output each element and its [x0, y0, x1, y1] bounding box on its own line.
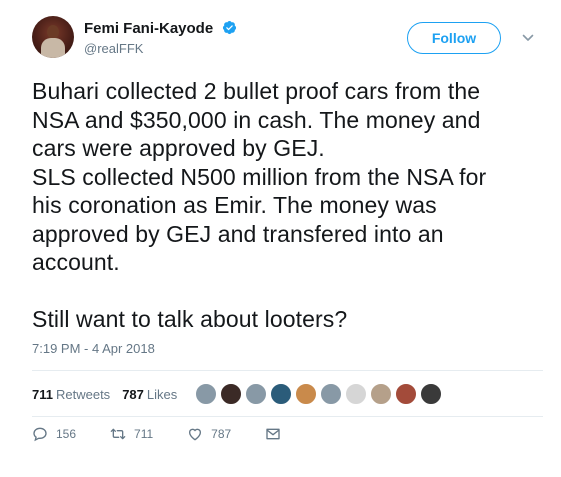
tweet-closing-line: Still want to talk about looters? [32, 305, 348, 332]
retweets-count: 711 [32, 386, 53, 402]
liker-avatars [195, 383, 445, 405]
retweets-label: Retweets [55, 386, 111, 402]
liker-avatar[interactable] [195, 383, 218, 405]
tweet-text: Buhari collected 2 bullet proof cars fro… [32, 77, 537, 333]
likes-count: 787 [122, 386, 144, 402]
divider [32, 416, 543, 417]
like-count: 787 [211, 427, 232, 441]
tweet-line: account. [32, 249, 120, 275]
tweet-line: his coronation as Emir. The money was [32, 192, 437, 218]
chevron-down-icon[interactable] [522, 32, 534, 44]
heart-icon [189, 428, 202, 441]
tweet-actions: 156 711 787 [32, 426, 323, 442]
retweets-stat[interactable]: 711 Retweets [32, 387, 110, 402]
liker-avatar[interactable] [220, 383, 243, 405]
reply-count: 156 [56, 427, 77, 441]
reply-action[interactable]: 156 [32, 426, 76, 442]
tweet-line: cars were approved by GEJ. [32, 135, 325, 161]
retweet-count: 711 [134, 427, 154, 441]
direct-message-action[interactable] [265, 426, 289, 442]
envelope-icon [266, 428, 280, 440]
reply-icon [33, 427, 47, 442]
liker-avatar[interactable] [420, 383, 443, 405]
liker-avatar[interactable] [245, 383, 268, 405]
tweet-line: Buhari collected 2 bullet proof cars fro… [32, 78, 481, 104]
likes-label: Likes [146, 386, 178, 402]
liker-avatar[interactable] [320, 383, 343, 405]
liker-avatar[interactable] [370, 383, 393, 405]
verified-badge-icon [222, 20, 236, 35]
liker-avatar[interactable] [345, 383, 368, 405]
tweet-line: approved by GEJ and transfered into an [32, 220, 444, 247]
liker-avatar[interactable] [270, 383, 293, 405]
author-display-name[interactable]: Femi Fani-Kayode [84, 20, 213, 37]
retweet-action[interactable]: 711 [110, 426, 153, 442]
likes-stat[interactable]: 787 Likes [122, 387, 177, 402]
liker-avatar[interactable] [295, 383, 318, 405]
author-names: Femi Fani-Kayode @realFFK [84, 20, 237, 58]
retweet-icon [110, 428, 126, 440]
tweet-timestamp[interactable]: 7:19 PM - 4 Apr 2018 [32, 341, 155, 356]
liker-avatar[interactable] [395, 383, 418, 405]
tweet-line: NSA and $350,000 in cash. The money and [32, 106, 481, 133]
tweet-line: SLS collected N500 million from the NSA … [32, 163, 487, 190]
author-avatar[interactable] [32, 16, 74, 58]
like-action[interactable]: 787 [187, 426, 231, 442]
tweet-header: Femi Fani-Kayode @realFFK Follow [32, 16, 543, 68]
follow-button[interactable]: Follow [407, 22, 501, 54]
divider [32, 370, 543, 371]
tweet-card: Femi Fani-Kayode @realFFK Follow Buhari … [0, 0, 561, 477]
author-handle[interactable]: @realFFK [84, 40, 237, 58]
tweet-stats: 711 Retweets 787 Likes [32, 380, 445, 408]
